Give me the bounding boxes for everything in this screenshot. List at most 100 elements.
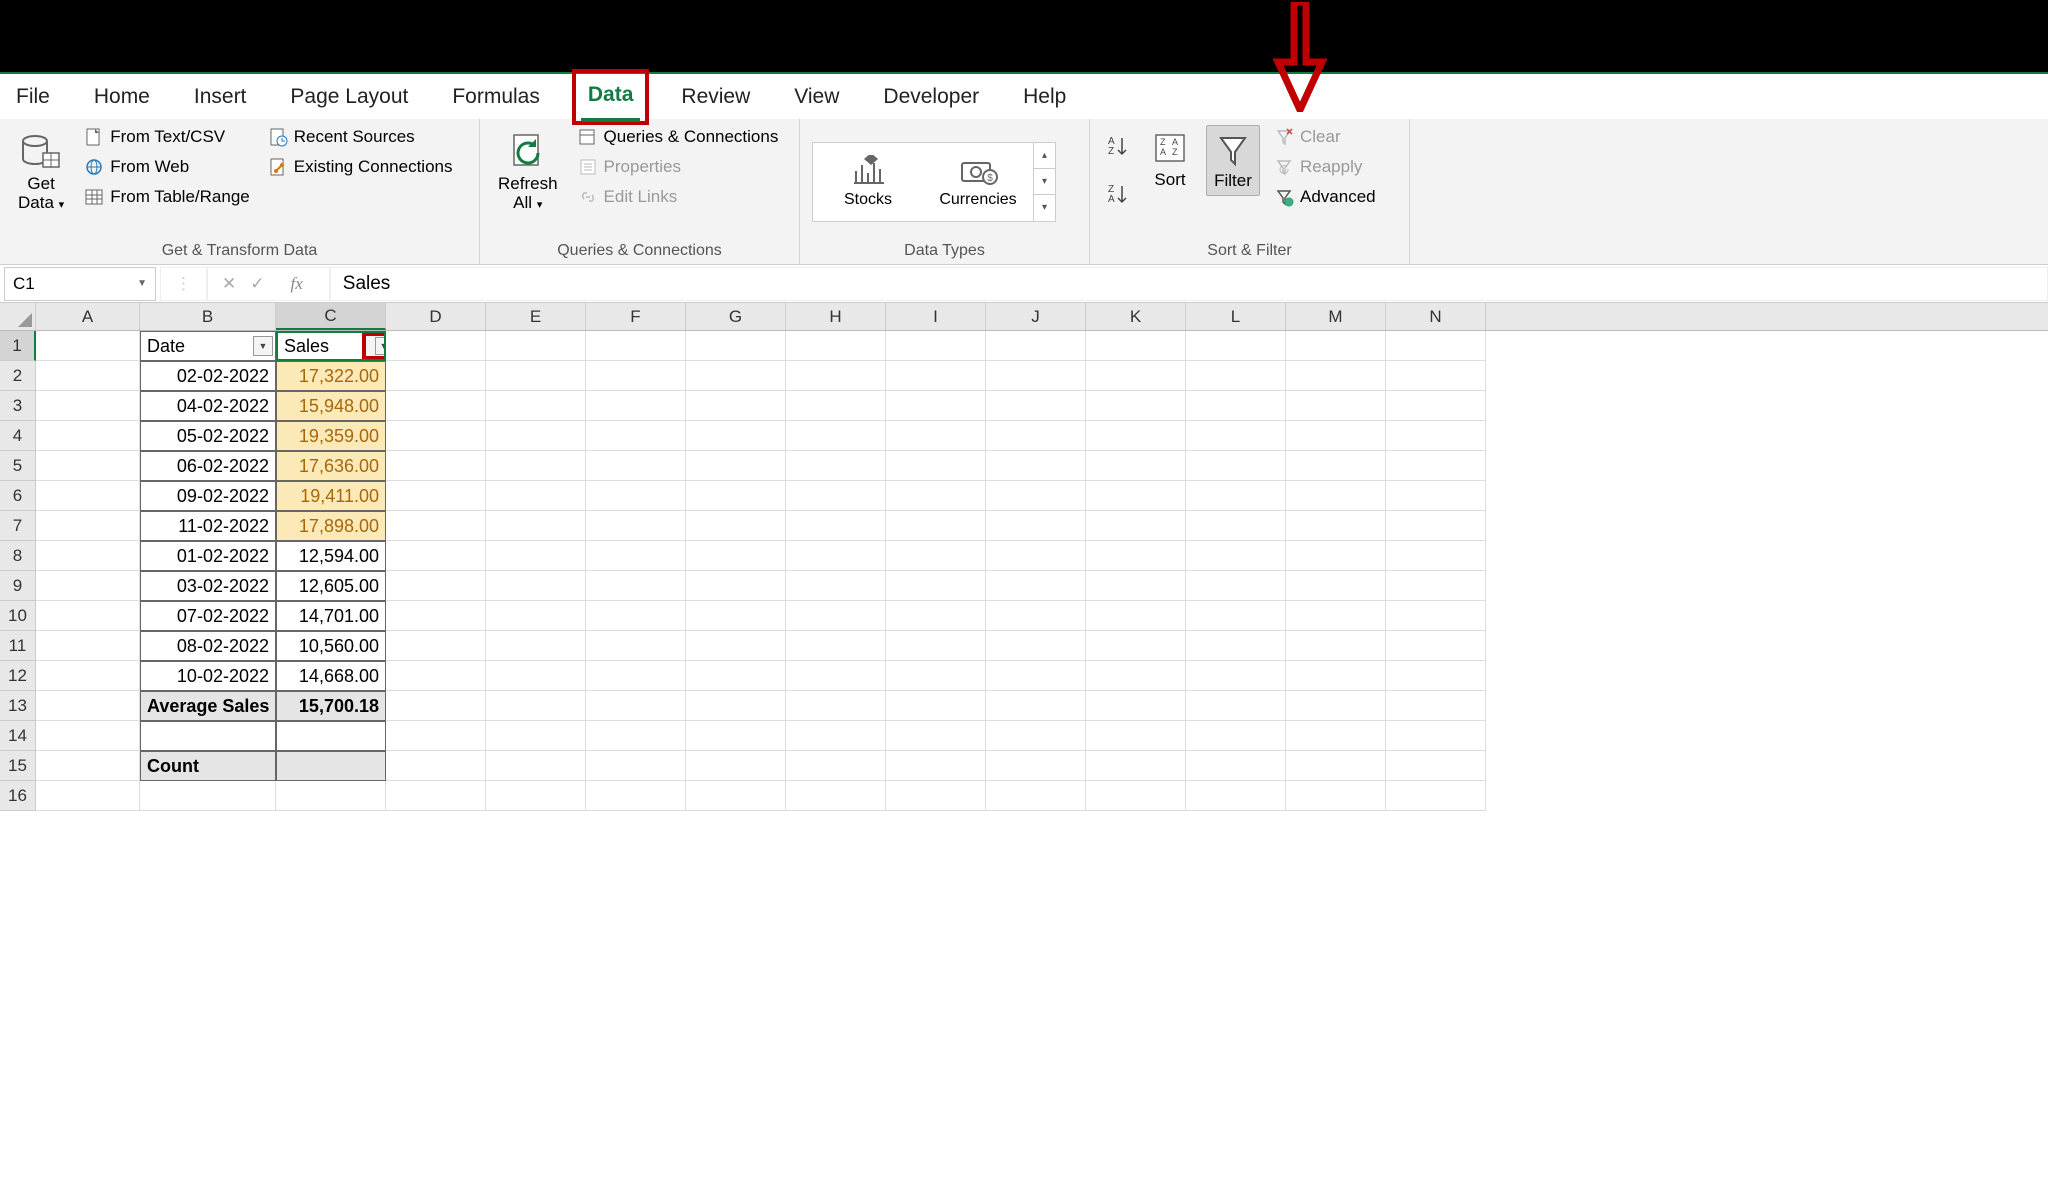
cell[interactable] <box>686 451 786 481</box>
header-sales[interactable]: Sales▼ <box>276 331 386 361</box>
column-header-B[interactable]: B <box>140 303 276 330</box>
cell[interactable] <box>586 601 686 631</box>
row-header-13[interactable]: 13 <box>0 691 36 721</box>
data-date[interactable]: 06-02-2022 <box>140 451 276 481</box>
cell[interactable] <box>486 421 586 451</box>
cell[interactable] <box>1386 391 1486 421</box>
cell[interactable] <box>586 481 686 511</box>
cell[interactable] <box>486 661 586 691</box>
cell[interactable] <box>1286 781 1386 811</box>
get-data-button[interactable]: Get Data ▾ <box>12 125 70 216</box>
data-type-stocks[interactable]: Stocks <box>813 143 923 221</box>
existing-connections-button[interactable]: Existing Connections <box>264 155 457 179</box>
data-date[interactable]: 02-02-2022 <box>140 361 276 391</box>
cell[interactable] <box>686 691 786 721</box>
cell[interactable] <box>1186 691 1286 721</box>
cell[interactable] <box>1086 421 1186 451</box>
cell[interactable] <box>986 781 1086 811</box>
cell[interactable] <box>1186 781 1286 811</box>
data-sales[interactable]: 10,560.00 <box>276 631 386 661</box>
data-sales[interactable]: 19,411.00 <box>276 481 386 511</box>
row-header-2[interactable]: 2 <box>0 361 36 391</box>
enter-formula-icon[interactable]: ✓ <box>250 274 264 294</box>
cell[interactable] <box>986 571 1086 601</box>
queries-connections-button[interactable]: Queries & Connections <box>574 125 783 149</box>
cell[interactable] <box>1086 331 1186 361</box>
cell[interactable] <box>386 631 486 661</box>
cell[interactable] <box>486 541 586 571</box>
cell[interactable] <box>36 751 140 781</box>
cell[interactable] <box>1086 721 1186 751</box>
cell[interactable] <box>986 601 1086 631</box>
cell[interactable] <box>36 361 140 391</box>
cell[interactable] <box>786 631 886 661</box>
column-header-F[interactable]: F <box>586 303 686 330</box>
tab-data[interactable]: Data <box>584 75 638 115</box>
cell[interactable] <box>486 391 586 421</box>
column-header-N[interactable]: N <box>1386 303 1486 330</box>
cell[interactable] <box>686 721 786 751</box>
cell[interactable] <box>1086 571 1186 601</box>
cell[interactable] <box>1286 661 1386 691</box>
cell[interactable] <box>1386 631 1486 661</box>
cancel-formula-icon[interactable]: ✕ <box>222 274 236 294</box>
cell[interactable] <box>1086 361 1186 391</box>
cell[interactable] <box>1086 781 1186 811</box>
cell[interactable] <box>486 331 586 361</box>
cell[interactable] <box>1286 601 1386 631</box>
cell[interactable] <box>1086 511 1186 541</box>
recent-sources-button[interactable]: Recent Sources <box>264 125 457 149</box>
tab-developer[interactable]: Developer <box>879 77 983 117</box>
cell[interactable] <box>1086 601 1186 631</box>
cell[interactable] <box>386 751 486 781</box>
average-value[interactable]: 15,700.18 <box>276 691 386 721</box>
cell[interactable] <box>386 361 486 391</box>
data-sales[interactable]: 17,636.00 <box>276 451 386 481</box>
cell[interactable] <box>1386 541 1486 571</box>
cell[interactable] <box>1386 721 1486 751</box>
cell[interactable] <box>586 631 686 661</box>
row-header-12[interactable]: 12 <box>0 661 36 691</box>
filter-dropdown-date[interactable]: ▼ <box>253 336 273 356</box>
cell[interactable] <box>1186 451 1286 481</box>
data-sales[interactable]: 14,668.00 <box>276 661 386 691</box>
reapply-filter-button[interactable]: Reapply <box>1270 155 1380 179</box>
data-date[interactable]: 10-02-2022 <box>140 661 276 691</box>
cell[interactable] <box>1286 721 1386 751</box>
cell[interactable] <box>1286 541 1386 571</box>
cell[interactable] <box>586 331 686 361</box>
row-header-1[interactable]: 1 <box>0 331 36 361</box>
cell[interactable] <box>686 391 786 421</box>
cell[interactable] <box>786 751 886 781</box>
cell[interactable] <box>386 541 486 571</box>
cell[interactable] <box>1286 691 1386 721</box>
cell[interactable] <box>36 481 140 511</box>
cell[interactable] <box>1086 481 1186 511</box>
cell[interactable] <box>886 391 986 421</box>
column-header-L[interactable]: L <box>1186 303 1286 330</box>
data-sales[interactable]: 14,701.00 <box>276 601 386 631</box>
cell[interactable] <box>486 781 586 811</box>
row-header-15[interactable]: 15 <box>0 751 36 781</box>
cell[interactable] <box>386 601 486 631</box>
cell[interactable] <box>986 631 1086 661</box>
data-sales[interactable]: 15,948.00 <box>276 391 386 421</box>
cell[interactable] <box>1386 451 1486 481</box>
cell[interactable] <box>1386 601 1486 631</box>
column-header-D[interactable]: D <box>386 303 486 330</box>
cell[interactable] <box>36 661 140 691</box>
row-header-7[interactable]: 7 <box>0 511 36 541</box>
average-label[interactable]: Average Sales <box>140 691 276 721</box>
cell[interactable] <box>386 391 486 421</box>
cell[interactable] <box>986 361 1086 391</box>
cell[interactable] <box>36 541 140 571</box>
cell[interactable] <box>1186 661 1286 691</box>
tab-view[interactable]: View <box>790 77 843 117</box>
cell[interactable] <box>486 691 586 721</box>
cell[interactable] <box>786 781 886 811</box>
from-web-button[interactable]: From Web <box>80 155 254 179</box>
cell[interactable] <box>36 721 140 751</box>
cell[interactable] <box>686 751 786 781</box>
row-header-6[interactable]: 6 <box>0 481 36 511</box>
clear-filter-button[interactable]: Clear <box>1270 125 1380 149</box>
